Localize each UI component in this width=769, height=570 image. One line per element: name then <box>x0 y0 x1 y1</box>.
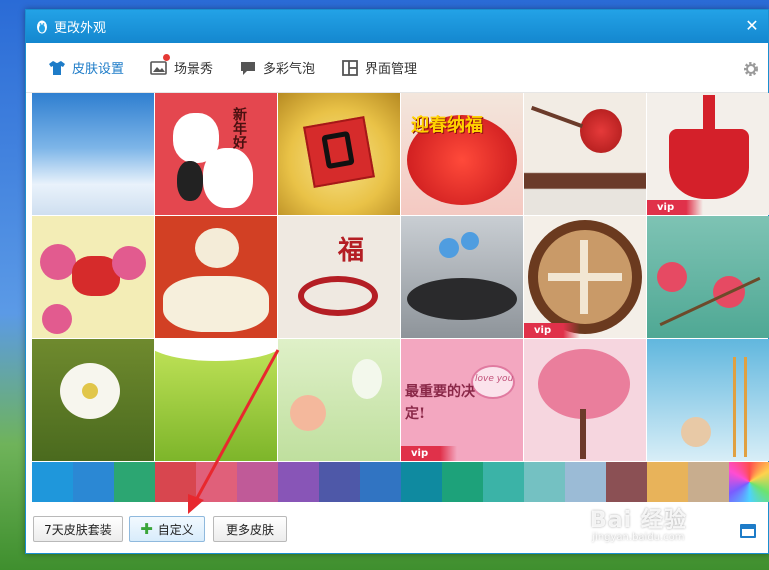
skin-tile-latte-snowflake[interactable]: vip <box>524 216 646 338</box>
button-label: 7天皮肤套装 <box>44 522 112 537</box>
color-swatch[interactable] <box>442 462 483 502</box>
baidu-watermark: Bai 经验 jingyan.baidu.com <box>590 502 687 543</box>
close-icon[interactable]: ✕ <box>742 16 762 36</box>
tab-label: 场景秀 <box>174 62 214 77</box>
gear-icon[interactable] <box>742 60 760 78</box>
skin-tile-new-year-bears[interactable]: 新年好 <box>155 93 277 215</box>
color-swatch[interactable] <box>196 462 237 502</box>
button-label: 更多皮肤 <box>225 522 274 537</box>
skin-tile-plum-lantern[interactable] <box>524 93 646 215</box>
watermark-sub: jingyan.baidu.com <box>592 532 685 543</box>
skin-tile-paper-cut-goat[interactable] <box>32 216 154 338</box>
vip-badge: vip <box>524 323 580 338</box>
skin-tile-green-butterfly[interactable] <box>278 339 400 461</box>
skin-tile-winter-ladder[interactable] <box>647 339 769 461</box>
skin-tile-lantern-greeting[interactable]: 迎春纳福 <box>401 93 523 215</box>
more-skins-button[interactable]: 更多皮肤 <box>213 516 287 542</box>
color-swatch[interactable] <box>155 462 196 502</box>
picture-icon <box>150 60 167 75</box>
skin-grid: 新年好 迎春纳福 vip 福 vip love you 最重要的决定! vip <box>32 93 769 462</box>
tab-interface-management[interactable]: 界面管理 <box>341 58 417 77</box>
skin-tile-pink-tree[interactable] <box>524 339 646 461</box>
tab-scene-show[interactable]: 场景秀 <box>150 54 214 77</box>
color-swatch[interactable] <box>73 462 114 502</box>
vip-badge: vip <box>401 446 457 461</box>
plus-icon: ✚ <box>140 520 153 538</box>
tile-caption: 福 <box>338 236 365 266</box>
window-title: 更改外观 <box>54 21 107 36</box>
watermark-main: Bai 经验 <box>590 508 687 533</box>
tab-label: 皮肤设置 <box>72 62 125 77</box>
color-swatch[interactable] <box>32 462 73 502</box>
skin-tile-white-blossom[interactable] <box>32 339 154 461</box>
skin-tile-sheep-flock[interactable] <box>155 216 277 338</box>
change-appearance-window: 更改外观 ✕ 皮肤设置 场景秀 多彩气泡 界面管理 新年好 迎春纳福 vip 福… <box>25 9 769 554</box>
color-swatch-strip <box>32 462 769 502</box>
seven-day-skin-set-button[interactable]: 7天皮肤套装 <box>33 516 123 542</box>
custom-button[interactable]: ✚ 自定义 <box>129 516 205 542</box>
color-swatch[interactable] <box>688 462 729 502</box>
color-swatch[interactable] <box>114 462 155 502</box>
tile-caption: 新年好 <box>231 107 247 149</box>
tile-caption: 迎春纳福 <box>411 115 483 136</box>
tab-label: 界面管理 <box>365 62 418 77</box>
color-swatch[interactable] <box>524 462 565 502</box>
color-swatch[interactable] <box>401 462 442 502</box>
color-swatch[interactable] <box>360 462 401 502</box>
color-swatch[interactable] <box>565 462 606 502</box>
skin-tile-red-knot[interactable]: vip <box>647 93 769 215</box>
color-swatch[interactable] <box>237 462 278 502</box>
color-swatch[interactable] <box>319 462 360 502</box>
layout-icon <box>342 59 358 76</box>
skin-tile-stone-flower[interactable] <box>401 216 523 338</box>
tab-bar: 皮肤设置 场景秀 多彩气泡 界面管理 <box>26 43 768 93</box>
skin-window-icon[interactable] <box>740 524 756 538</box>
tab-label: 多彩气泡 <box>263 62 316 77</box>
skin-tile-pink-blossom[interactable] <box>647 216 769 338</box>
vip-badge: vip <box>647 200 703 215</box>
skin-tile-love-decision[interactable]: love you 最重要的决定! vip <box>401 339 523 461</box>
color-swatch[interactable] <box>278 462 319 502</box>
skin-tile-fu-papercut[interactable]: 福 <box>278 216 400 338</box>
title-bar: 更改外观 ✕ <box>26 10 768 43</box>
color-swatch[interactable] <box>483 462 524 502</box>
color-swatch[interactable] <box>729 462 769 502</box>
skin-tile-sky-clouds[interactable] <box>32 93 154 215</box>
bubble-icon <box>241 61 256 75</box>
qq-penguin-icon <box>37 20 47 33</box>
button-label: 自定义 <box>157 522 194 537</box>
skin-tile-green-meadow[interactable] <box>155 339 277 461</box>
color-swatch[interactable] <box>606 462 647 502</box>
tab-color-bubbles[interactable]: 多彩气泡 <box>239 58 315 77</box>
shirt-icon <box>49 60 65 75</box>
tile-caption: 最重要的决定! <box>405 384 475 422</box>
skin-tile-fu-card[interactable] <box>278 93 400 215</box>
color-swatch[interactable] <box>647 462 688 502</box>
notification-dot <box>163 54 171 61</box>
tab-skin-settings[interactable]: 皮肤设置 <box>48 58 124 77</box>
